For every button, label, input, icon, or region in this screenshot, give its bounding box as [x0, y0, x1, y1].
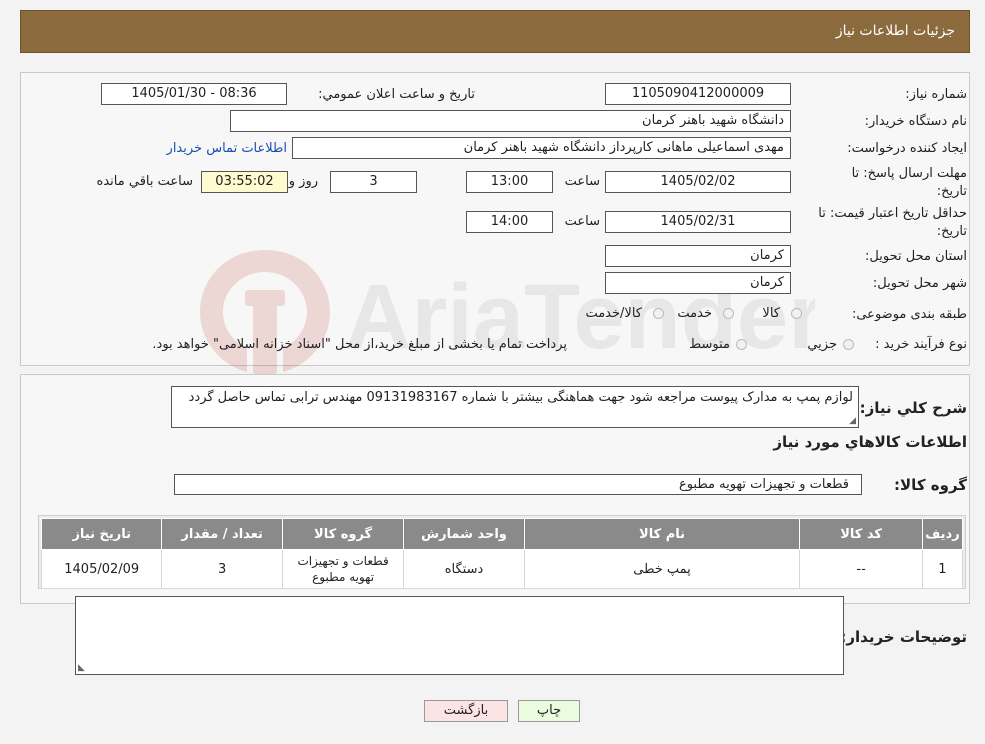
- days-label: روز و: [288, 174, 318, 189]
- cell-goods-code: --: [799, 549, 923, 589]
- creator-field: مهدی اسماعیلی ماهانی کارپرداز دانشگاه شه…: [292, 137, 791, 159]
- need-number-field: 1105090412000009: [605, 83, 791, 105]
- description-label: شرح کلي نیاز:: [859, 399, 967, 417]
- page-title: جزئیات اطلاعات نیاز: [835, 23, 955, 39]
- items-table-wrapper: ردیف کد کالا نام کالا واحد شمارش گروه کا…: [38, 515, 966, 589]
- items-table: ردیف کد کالا نام کالا واحد شمارش گروه کا…: [40, 518, 964, 589]
- print-button[interactable]: چاپ: [518, 700, 580, 722]
- category-service-radio[interactable]: [723, 308, 734, 319]
- back-button[interactable]: بازگشت: [424, 700, 508, 722]
- description-textarea[interactable]: لوازم پمپ به مدارک پیوست مراجعه شود جهت …: [171, 386, 859, 428]
- need-number-label: شماره نیاز:: [905, 87, 967, 102]
- col-date-header: تاریخ نیاز: [40, 518, 163, 550]
- table-row: 1 -- پمپ خطی دستگاه قطعات و تجهیزات تهوی…: [40, 549, 964, 589]
- category-service-label: خدمت: [677, 306, 712, 321]
- cell-goods-group: قطعات و تجهیزات تهویه مطبوع: [281, 549, 405, 589]
- deadline-date-field: 1405/02/02: [605, 171, 791, 193]
- category-goods-radio[interactable]: [791, 308, 802, 319]
- deadline-time-label: ساعت: [564, 174, 600, 189]
- treasury-note: پرداخت تمام یا بخشی از مبلغ خرید،از محل …: [152, 337, 567, 352]
- announce-field: 1405/01/30 - 08:36: [101, 83, 287, 105]
- announce-label: تاریخ و ساعت اعلان عمومي:: [318, 87, 475, 102]
- col-unit-header: واحد شمارش: [403, 518, 525, 550]
- process-minor-label: جزیي: [807, 337, 837, 352]
- goods-info-title: اطلاعات کالاهاي مورد نیاز: [773, 433, 967, 451]
- col-qty-header: تعداد / مقدار: [161, 518, 283, 550]
- buyer-contact-link[interactable]: اطلاعات تماس خریدار: [167, 141, 287, 156]
- cell-row-number: 1: [921, 549, 964, 589]
- col-name-header: نام کالا: [523, 518, 801, 550]
- page-header: جزئیات اطلاعات نیاز: [20, 10, 970, 53]
- table-header-row: ردیف کد کالا نام کالا واحد شمارش گروه کا…: [40, 518, 964, 550]
- buyer-notes-label: توضیحات خریدار:: [840, 628, 967, 646]
- description-text: لوازم پمپ به مدارک پیوست مراجعه شود جهت …: [188, 390, 853, 405]
- creator-label: ایجاد کننده درخواست:: [847, 141, 967, 156]
- city-field: کرمان: [605, 272, 791, 294]
- remaining-time-field: 03:55:02: [201, 171, 288, 193]
- resize-grip-icon[interactable]: ◣: [78, 663, 85, 673]
- province-field: کرمان: [605, 245, 791, 267]
- days-field: 3: [330, 171, 417, 193]
- col-group-header: گروه کالا: [281, 518, 405, 550]
- validity-time-field: 14:00: [466, 211, 553, 233]
- buyer-org-field: دانشگاه شهید باهنر کرمان: [230, 110, 791, 132]
- goods-group-field: قطعات و تجهیزات تهویه مطبوع: [174, 474, 862, 495]
- deadline-label: مهلت ارسال پاسخ: تا: [851, 166, 967, 181]
- buyer-org-label: نام دستگاه خریدار:: [864, 114, 967, 129]
- resize-grip-icon[interactable]: ◢: [849, 416, 856, 426]
- category-goods-label: کالا: [762, 306, 780, 321]
- remaining-label: ساعت باقي مانده: [96, 174, 193, 189]
- province-label: استان محل تحویل:: [865, 249, 967, 264]
- category-both-label: کالا/خدمت: [585, 306, 642, 321]
- category-both-radio[interactable]: [653, 308, 664, 319]
- cell-unit: دستگاه: [403, 549, 525, 589]
- process-medium-label: متوسط: [689, 337, 730, 352]
- buyer-notes-textarea[interactable]: ◣: [75, 596, 844, 675]
- col-row-header: ردیف: [921, 518, 964, 550]
- city-label: شهر محل تحویل:: [872, 276, 967, 291]
- deadline-label-2: تاریخ:: [936, 184, 967, 199]
- col-code-header: کد کالا: [799, 518, 923, 550]
- process-label: نوع فرآیند خرید :: [875, 337, 967, 352]
- validity-date-field: 1405/02/31: [605, 211, 791, 233]
- cell-quantity: 3: [161, 549, 283, 589]
- category-label: طبقه بندی موضوعی:: [851, 307, 967, 322]
- process-minor-radio[interactable]: [843, 339, 854, 350]
- validity-time-label: ساعت: [564, 214, 600, 229]
- cell-goods-name: پمپ خطی: [523, 549, 801, 589]
- goods-group-label: گروه کالا:: [894, 476, 967, 494]
- validity-label-2: تاریخ:: [936, 224, 967, 239]
- cell-need-date: 1405/02/09: [40, 549, 163, 589]
- process-medium-radio[interactable]: [736, 339, 747, 350]
- deadline-time-field: 13:00: [466, 171, 553, 193]
- validity-label: حداقل تاریخ اعتبار قیمت: تا: [818, 206, 967, 221]
